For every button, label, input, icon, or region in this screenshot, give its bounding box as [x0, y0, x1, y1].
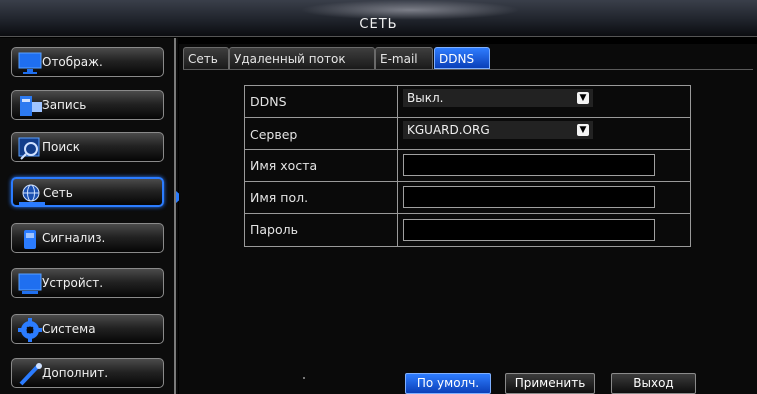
ddns-select-value: Выкл. — [407, 91, 444, 105]
gear-icon — [18, 318, 44, 342]
server-select-value: KGUARD.ORG — [407, 123, 490, 137]
server-label: Сервер — [250, 127, 298, 142]
hostname-input[interactable] — [403, 154, 655, 176]
username-input[interactable] — [403, 186, 655, 208]
ddns-form: DDNS Выкл. ▼ Сервер KGUARD.ORG ▼ Имя хос… — [244, 85, 691, 247]
sidebar-item-label: Сеть — [43, 186, 73, 200]
tab-remote-stream[interactable]: Удаленный поток — [229, 47, 375, 69]
record-icon — [18, 94, 44, 118]
sidebar-item-label: Система — [42, 322, 96, 336]
search-icon — [18, 136, 44, 160]
sidebar-item-label: Сигнализ. — [42, 231, 106, 245]
default-button[interactable]: По умолч. — [405, 373, 491, 394]
ddns-label: DDNS — [250, 94, 287, 109]
username-label: Имя пол. — [250, 190, 309, 205]
sidebar: Отображ. Запись Поиск Сеть Сигнализ. Уст… — [0, 38, 183, 394]
tab-label: E-mail — [380, 52, 418, 66]
sidebar-item-advanced[interactable]: Дополнит. — [11, 358, 164, 388]
sidebar-divider — [174, 38, 176, 394]
tools-icon — [18, 362, 44, 386]
password-label: Пароль — [250, 222, 298, 237]
tab-label: Удаленный поток — [234, 52, 346, 66]
sidebar-item-alarm[interactable]: Сигнализ. — [11, 223, 164, 253]
sidebar-item-record[interactable]: Запись — [11, 90, 164, 120]
sidebar-item-label: Отображ. — [42, 55, 103, 69]
sidebar-item-search[interactable]: Поиск — [11, 132, 164, 162]
chevron-down-icon[interactable]: ▼ — [577, 124, 589, 136]
exit-button[interactable]: Выход — [611, 373, 696, 394]
sidebar-item-label: Устройст. — [42, 276, 104, 290]
apply-button[interactable]: Применить — [505, 373, 595, 394]
monitor-icon — [18, 51, 44, 75]
server-select[interactable]: KGUARD.ORG ▼ — [403, 121, 593, 139]
title-bar: СЕТЬ — [0, 0, 757, 37]
sidebar-item-network[interactable]: Сеть — [11, 177, 183, 207]
sidebar-item-display[interactable]: Отображ. — [11, 47, 164, 77]
form-row-password: Пароль — [245, 214, 690, 246]
sidebar-item-label: Поиск — [42, 140, 81, 154]
form-row-ddns: DDNS Выкл. ▼ — [245, 86, 690, 118]
sidebar-item-label: Запись — [42, 98, 87, 112]
tab-email[interactable]: E-mail — [375, 47, 433, 69]
ddns-select[interactable]: Выкл. ▼ — [403, 89, 593, 107]
password-input[interactable] — [403, 219, 655, 241]
tab-underline — [183, 69, 753, 70]
form-row-server: Сервер KGUARD.ORG ▼ — [245, 118, 690, 150]
window-title: СЕТЬ — [359, 17, 398, 32]
decorative-dot — [303, 377, 305, 379]
tab-network[interactable]: Сеть — [183, 47, 229, 69]
network-icon — [19, 182, 45, 206]
tab-label: Сеть — [188, 52, 218, 66]
device-icon — [18, 272, 44, 296]
tab-ddns[interactable]: DDNS — [434, 47, 490, 69]
sidebar-item-system[interactable]: Система — [11, 314, 164, 344]
form-row-hostname: Имя хоста — [245, 150, 690, 182]
sidebar-item-device[interactable]: Устройст. — [11, 268, 164, 298]
sidebar-item-label: Дополнит. — [42, 366, 109, 380]
chevron-down-icon[interactable]: ▼ — [577, 92, 589, 104]
hostname-label: Имя хоста — [250, 158, 318, 173]
alarm-icon — [18, 227, 44, 251]
tab-label: DDNS — [439, 52, 475, 66]
form-row-username: Имя пол. — [245, 182, 690, 214]
